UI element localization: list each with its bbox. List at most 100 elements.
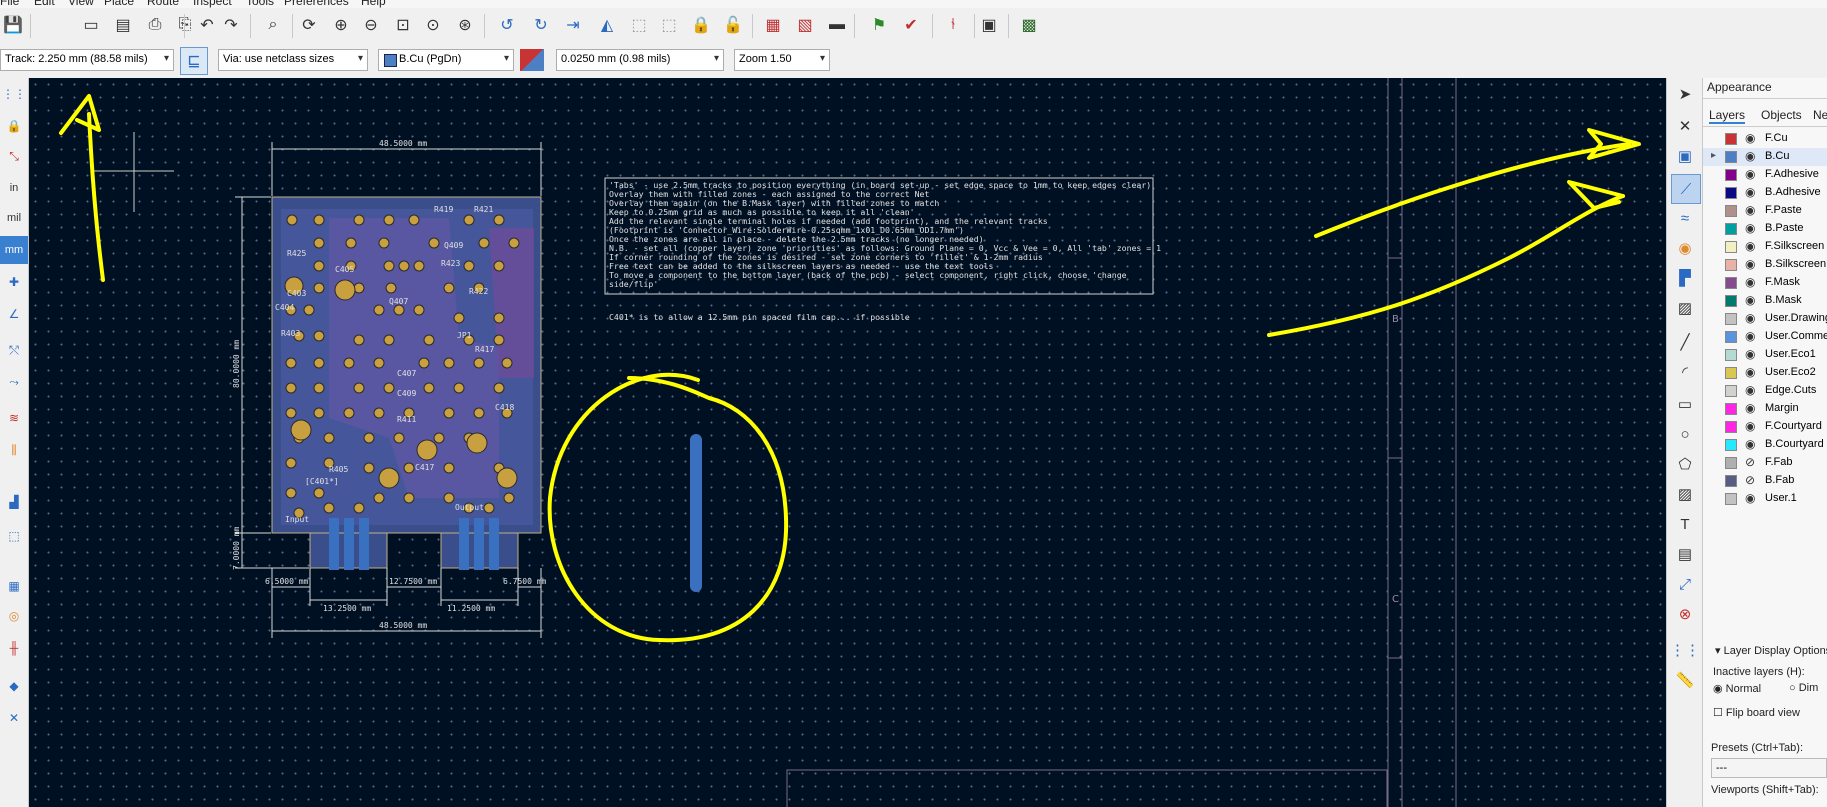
layer-row[interactable]: ◉ F.Cu bbox=[1703, 130, 1827, 148]
visibility-eye-icon[interactable]: ◉ bbox=[1745, 275, 1755, 289]
radio-normal[interactable]: ◉ Normal bbox=[1713, 682, 1761, 695]
zoom-select[interactable]: Zoom 1.50 ▾ bbox=[734, 49, 830, 71]
track-width-select[interactable]: Track: 2.250 mm (88.58 mils) ▾ bbox=[0, 49, 174, 71]
visibility-eye-icon[interactable]: ◉ bbox=[1745, 383, 1755, 397]
layer-color-swatch[interactable] bbox=[1725, 475, 1737, 487]
menu-inspect[interactable]: Inspect bbox=[193, 0, 232, 8]
local-ratsnest-icon[interactable]: ✕ bbox=[1671, 112, 1699, 140]
draw-circle-icon[interactable]: ○ bbox=[1671, 420, 1699, 448]
tab-objects[interactable]: Objects bbox=[1761, 108, 1802, 122]
grid-origin-icon[interactable]: ⋮⋮ bbox=[1670, 636, 1700, 664]
print-icon[interactable]: ⎙ bbox=[142, 12, 168, 38]
via-display-icon[interactable]: ◎ bbox=[0, 602, 28, 630]
add-text-icon[interactable]: T bbox=[1671, 510, 1699, 538]
layer-color-swatch[interactable] bbox=[1725, 331, 1737, 343]
add-via-icon[interactable]: ◉ bbox=[1671, 234, 1699, 262]
cursor-shape-icon[interactable]: ✚ bbox=[0, 268, 28, 296]
menu-edit[interactable]: Edit bbox=[34, 0, 55, 8]
tab-layers[interactable]: Layers bbox=[1709, 108, 1746, 124]
layer-row[interactable]: ◉ B.Silkscreen bbox=[1703, 256, 1827, 274]
menu-help[interactable]: Help bbox=[361, 0, 386, 8]
draw-polygon-icon[interactable]: ⬠ bbox=[1671, 450, 1699, 478]
add-rule-area-icon[interactable]: ▨ bbox=[1671, 294, 1699, 322]
delete-tool-icon[interactable]: ⊗ bbox=[1671, 600, 1699, 628]
select-icon[interactable]: ➤ bbox=[1671, 80, 1699, 108]
drc-icon[interactable]: ✔ bbox=[898, 12, 924, 38]
save-icon[interactable]: 💾 bbox=[0, 12, 26, 38]
page-settings-icon[interactable]: ▤ bbox=[110, 12, 136, 38]
plugin-icon[interactable]: ▩ bbox=[1016, 12, 1042, 38]
layer-row[interactable]: ◉ F.Mask bbox=[1703, 274, 1827, 292]
visibility-eye-icon[interactable]: ◉ bbox=[1745, 347, 1755, 361]
visibility-eye-icon[interactable]: ◉ bbox=[1745, 257, 1755, 271]
visibility-eye-icon[interactable]: ◉ bbox=[1745, 221, 1755, 235]
update-pcb-icon[interactable]: ⚑ bbox=[866, 12, 892, 38]
zoom-fit-icon[interactable]: ⊡ bbox=[390, 12, 416, 38]
auto-track-width-icon[interactable]: ⊑ bbox=[180, 47, 208, 75]
visibility-eye-icon[interactable]: ◉ bbox=[1745, 311, 1755, 325]
units-mm-icon[interactable]: mm bbox=[0, 236, 28, 264]
add-dimension-icon[interactable]: ⤢ bbox=[1671, 570, 1699, 598]
ungroup-icon[interactable]: ⬚ bbox=[656, 12, 682, 38]
undo-icon[interactable]: ↶ bbox=[194, 12, 220, 38]
ratsnest-icon[interactable]: ⤡ bbox=[0, 142, 28, 170]
menu-route[interactable]: Route bbox=[147, 0, 179, 8]
layer-row[interactable]: ◉ User.Comments bbox=[1703, 328, 1827, 346]
layer-color-swatch[interactable] bbox=[1725, 403, 1737, 415]
layer-row[interactable]: ◉ F.Courtyard bbox=[1703, 418, 1827, 436]
layer-row[interactable]: ⊘ F.Fab bbox=[1703, 454, 1827, 472]
visibility-eye-icon[interactable]: ⊘ bbox=[1745, 473, 1755, 487]
visibility-eye-icon[interactable]: ◉ bbox=[1745, 293, 1755, 307]
draw-arc-icon[interactable]: ◜ bbox=[1671, 358, 1699, 386]
layer-color-swatch[interactable] bbox=[1725, 385, 1737, 397]
grid-toggle-icon[interactable]: ⋮⋮ bbox=[0, 80, 28, 108]
scripting-console-icon[interactable]: ▣ bbox=[976, 12, 1002, 38]
layer-display-options[interactable]: ▾ Layer Display Options bbox=[1715, 644, 1827, 657]
zoom-in-icon[interactable]: ⊕ bbox=[328, 12, 354, 38]
visibility-eye-icon[interactable]: ◉ bbox=[1745, 329, 1755, 343]
add-zone-icon[interactable]: ▛ bbox=[1671, 264, 1699, 292]
polar-coords-icon[interactable]: ∠ bbox=[0, 300, 28, 328]
layer-row[interactable]: ◉ User.Drawings bbox=[1703, 310, 1827, 328]
unlock-icon[interactable]: 🔓 bbox=[720, 12, 746, 38]
add-image-icon[interactable]: ▨ bbox=[1671, 480, 1699, 508]
menu-tools[interactable]: Tools bbox=[246, 0, 274, 8]
layer-row[interactable]: ◉ User.1 bbox=[1703, 490, 1827, 508]
mirror-icon[interactable]: ◭ bbox=[594, 12, 620, 38]
radio-dim[interactable]: ○ Dim bbox=[1789, 682, 1818, 694]
draw-line-icon[interactable]: ╱ bbox=[1671, 328, 1699, 356]
layer-color-swatch[interactable] bbox=[1725, 223, 1737, 235]
layer-color-swatch[interactable] bbox=[1725, 259, 1737, 271]
layers-manager-icon[interactable]: ◆ bbox=[0, 672, 28, 700]
visibility-eye-icon[interactable]: ◉ bbox=[1745, 437, 1755, 451]
refresh-icon[interactable]: ⟳ bbox=[296, 12, 322, 38]
track-segment[interactable] bbox=[690, 434, 702, 592]
board-setup-icon[interactable]: ▭ bbox=[78, 12, 104, 38]
layer-color-swatch[interactable] bbox=[1725, 241, 1737, 253]
layer-color-swatch[interactable] bbox=[1725, 367, 1737, 379]
zoom-out-icon[interactable]: ⊖ bbox=[358, 12, 384, 38]
redo-icon[interactable]: ↷ bbox=[218, 12, 244, 38]
zone-fill-icon[interactable]: ▟ bbox=[0, 488, 28, 516]
visibility-eye-icon[interactable]: ◉ bbox=[1745, 185, 1755, 199]
layer-row[interactable]: ◉ Edge.Cuts bbox=[1703, 382, 1827, 400]
net-highlight-icon[interactable]: ▦ bbox=[0, 572, 28, 600]
curved-ratsnest-icon[interactable]: ⤳ bbox=[0, 368, 28, 396]
tab-nets[interactable]: Ne bbox=[1813, 108, 1827, 122]
group-icon[interactable]: ⬚ bbox=[626, 12, 652, 38]
draw-rectangle-icon[interactable]: ▭ bbox=[1671, 390, 1699, 418]
show-ratsnest-icon[interactable]: ⤲ bbox=[0, 336, 28, 364]
visibility-eye-icon[interactable]: ◉ bbox=[1745, 365, 1755, 379]
pcb-canvas[interactable]: B C C403 C404 R419 R421 R425 C405 R422 R… bbox=[29, 78, 1666, 807]
layer-row[interactable]: ◉ F.Adhesive bbox=[1703, 166, 1827, 184]
menu-file[interactable]: File bbox=[0, 0, 19, 8]
visibility-eye-icon[interactable]: ⊘ bbox=[1745, 455, 1755, 469]
menu-preferences[interactable]: Preferences bbox=[284, 0, 349, 8]
layer-color-swatch[interactable] bbox=[1725, 295, 1737, 307]
layer-row[interactable]: ◉ User.Eco2 bbox=[1703, 364, 1827, 382]
layer-row[interactable]: ◉ F.Paste bbox=[1703, 202, 1827, 220]
layer-select[interactable]: B.Cu (PgDn) ▾ bbox=[378, 49, 514, 71]
load-footprint-icon[interactable]: ▬ bbox=[824, 12, 850, 38]
layer-row[interactable]: ◉ B.Paste bbox=[1703, 220, 1827, 238]
zoom-objects-icon[interactable]: ⊙ bbox=[420, 12, 446, 38]
